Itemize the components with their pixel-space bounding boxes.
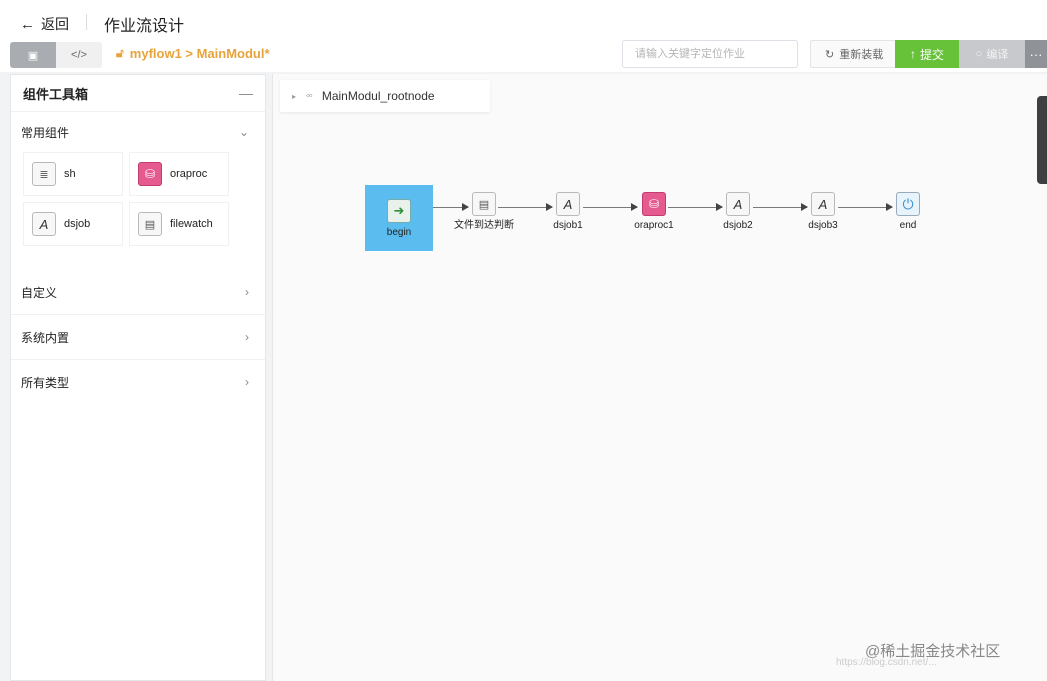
component-filewatch[interactable]: ▤ filewatch bbox=[129, 202, 229, 246]
file-watch-icon: ▤ bbox=[138, 212, 162, 236]
code-icon: </> bbox=[71, 49, 87, 61]
component-dsjob[interactable]: A dsjob bbox=[23, 202, 123, 246]
flow-node-begin[interactable]: ➜ begin bbox=[365, 185, 433, 251]
back-button[interactable]: ← 返回 bbox=[20, 14, 69, 34]
image-view-button[interactable]: ▣ bbox=[10, 42, 56, 68]
node-label: dsjob1 bbox=[553, 220, 583, 231]
node-label: 文件到达判断 bbox=[454, 220, 514, 231]
node-label: end bbox=[899, 220, 917, 231]
breadcrumb-path: myflow1 > MainModul* bbox=[129, 46, 270, 61]
power-icon: ⏻ bbox=[896, 192, 920, 216]
section-common[interactable]: 常用组件 ⌄ bbox=[11, 112, 265, 152]
file-check-icon: ▤ bbox=[472, 192, 496, 216]
more-icon: ··· bbox=[1029, 46, 1043, 62]
search-input[interactable] bbox=[622, 40, 798, 68]
section-builtin[interactable]: 系统内置 › bbox=[11, 315, 265, 360]
upload-icon: ↑ bbox=[909, 47, 916, 61]
collapse-icon[interactable]: — bbox=[239, 85, 253, 101]
reload-label: 重新装载 bbox=[839, 49, 884, 61]
node-label: begin bbox=[386, 226, 412, 238]
node-label: dsjob2 bbox=[723, 220, 753, 231]
chevron-down-icon: ⌄ bbox=[238, 125, 249, 139]
datastage-job-icon: A bbox=[726, 192, 750, 216]
section-custom[interactable]: 自定义 › bbox=[11, 270, 265, 315]
chevron-right-icon: › bbox=[245, 285, 249, 299]
top-header: ← 返回 作业流设计 bbox=[0, 0, 1047, 42]
flow-node-dsjob1[interactable]: A dsjob1 bbox=[535, 192, 601, 231]
back-label: 返回 bbox=[41, 16, 69, 32]
flow-node-dsjob2[interactable]: A dsjob2 bbox=[705, 192, 771, 231]
section-label: 所有类型 bbox=[21, 375, 70, 390]
section-all-types[interactable]: 所有类型 › bbox=[11, 360, 265, 404]
compile-button[interactable]: ○ 编译 bbox=[959, 40, 1025, 68]
side-panel-handle[interactable] bbox=[1037, 96, 1047, 184]
root-node-tab[interactable]: ▸ ◦◦ MainModul_rootnode bbox=[280, 80, 490, 112]
lock-icon: 🔓︎ bbox=[116, 46, 124, 60]
submit-button[interactable]: ↑ 提交 bbox=[895, 40, 959, 68]
compile-label: 编译 bbox=[986, 49, 1009, 61]
node-label: dsjob3 bbox=[808, 220, 838, 231]
toolbox-header: 组件工具箱 — bbox=[11, 75, 265, 112]
submit-label: 提交 bbox=[919, 47, 944, 62]
database-icon: ⛁ bbox=[642, 192, 666, 216]
component-toolbox: 组件工具箱 — 常用组件 ⌄ ≣ sh ⛁ oraproc A dsjob ▤ … bbox=[10, 74, 266, 681]
component-label: oraproc bbox=[170, 168, 208, 180]
toolbar: ▣ </> 🔓︎ myflow1 > MainModul* ↻ 重新装载 ↑ 提… bbox=[0, 40, 1047, 72]
datastage-job-icon: A bbox=[556, 192, 580, 216]
component-sh[interactable]: ≣ sh bbox=[23, 152, 123, 196]
flow-canvas[interactable] bbox=[272, 74, 1047, 681]
page-title: 作业流设计 bbox=[104, 18, 185, 35]
toolbox-title: 组件工具箱 bbox=[23, 86, 89, 102]
breadcrumb: 🔓︎ myflow1 > MainModul* bbox=[116, 46, 270, 61]
node-label: oraproc1 bbox=[634, 220, 674, 231]
watermark-url: https://blog.csdn.net/... bbox=[836, 657, 937, 668]
component-label: filewatch bbox=[170, 218, 213, 230]
script-icon: ≣ bbox=[32, 162, 56, 186]
chevron-right-icon: › bbox=[245, 375, 249, 389]
code-view-button[interactable]: </> bbox=[56, 42, 102, 68]
refresh-icon: ↻ bbox=[825, 48, 835, 61]
flow-node-oraproc1[interactable]: ⛁ oraproc1 bbox=[621, 192, 687, 231]
section-label: 系统内置 bbox=[21, 330, 70, 345]
title-divider bbox=[86, 14, 87, 30]
database-icon: ⛁ bbox=[138, 162, 162, 186]
flow-node-end[interactable]: ⏻ end bbox=[875, 192, 941, 231]
circle-icon: ○ bbox=[975, 48, 983, 60]
section-label: 自定义 bbox=[21, 285, 58, 300]
image-icon: ▣ bbox=[27, 49, 39, 62]
component-label: dsjob bbox=[64, 218, 91, 230]
component-grid: ≣ sh ⛁ oraproc A dsjob ▤ filewatch bbox=[11, 152, 265, 270]
arrow-left-icon: ← bbox=[20, 15, 35, 33]
arrow-right-icon: ➜ bbox=[387, 198, 411, 223]
component-label: sh bbox=[64, 168, 76, 180]
datastage-job-icon: A bbox=[32, 212, 56, 236]
reload-button[interactable]: ↻ 重新装载 bbox=[810, 40, 899, 68]
flow-node-dsjob3[interactable]: A dsjob3 bbox=[790, 192, 856, 231]
caret-right-icon: ▸ bbox=[292, 91, 297, 101]
component-oraproc[interactable]: ⛁ oraproc bbox=[129, 152, 229, 196]
view-toggle: ▣ </> bbox=[10, 42, 102, 68]
node-tree-icon: ◦◦ bbox=[306, 90, 313, 102]
root-node-label: MainModul_rootnode bbox=[321, 89, 435, 103]
flow-node-file-check[interactable]: ▤ 文件到达判断 bbox=[451, 192, 517, 231]
more-button[interactable]: ··· bbox=[1025, 40, 1047, 68]
section-label: 常用组件 bbox=[21, 125, 70, 140]
datastage-job-icon: A bbox=[811, 192, 835, 216]
chevron-right-icon: › bbox=[245, 330, 249, 344]
